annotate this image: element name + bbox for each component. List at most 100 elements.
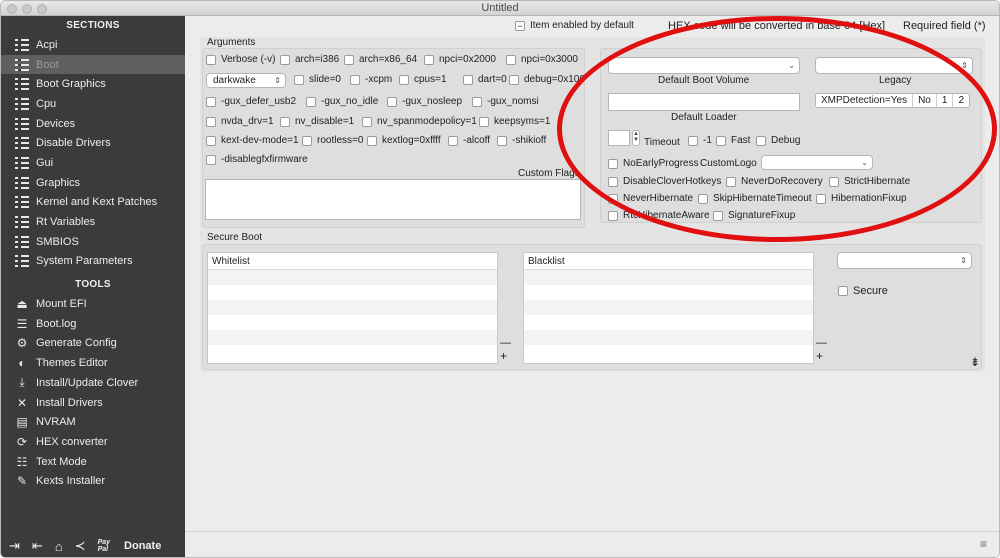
checkbox[interactable] [206, 96, 216, 107]
tool-item-boot-log[interactable]: ☰ Boot.log [1, 314, 185, 334]
opt-rtc-hibernate-aware[interactable]: RtcHibernateAware [608, 210, 710, 221]
sidebar-item-kernel-and-kext-patches[interactable]: Kernel and Kext Patches [1, 193, 185, 213]
default-boot-volume-select[interactable]: ⌄ [608, 57, 800, 74]
sidebar-item-boot[interactable]: Boot [1, 54, 185, 75]
checkbox[interactable] [698, 193, 708, 204]
donate-button[interactable]: Donate [124, 540, 161, 552]
opt-fast[interactable]: Fast [716, 135, 750, 146]
sidebar-item-devices[interactable]: Devices [1, 114, 185, 134]
opt-kext-dev[interactable]: kext-dev-mode=1 [206, 135, 299, 146]
timeout-stepper[interactable]: ▲ ▼ [632, 130, 640, 146]
checkbox[interactable] [838, 286, 848, 296]
opt-disable-clover-hotkeys[interactable]: DisableCloverHotkeys [608, 176, 721, 187]
checkbox[interactable] [688, 135, 698, 146]
opt-arch-x86[interactable]: arch=x86_64 [344, 54, 417, 65]
opt-slide[interactable]: slide=0 [294, 74, 341, 85]
sidebar-item-system-parameters[interactable]: System Parameters [1, 252, 185, 272]
opt-nv-spanmode[interactable]: nv_spanmodepolicy=1 [362, 116, 477, 127]
opt-kextlog[interactable]: kextlog=0xffff [367, 135, 441, 146]
opt-skip-hibernate-timeout[interactable]: SkipHibernateTimeout [698, 193, 812, 204]
opt-npci-2000[interactable]: npci=0x2000 [424, 54, 496, 65]
opt-minus-one[interactable]: -1 [688, 135, 712, 146]
checkbox[interactable] [344, 54, 354, 65]
zoom-window-button[interactable] [37, 4, 47, 14]
opt-never-do-recovery[interactable]: NeverDoRecovery [726, 176, 823, 187]
xmp-1-segment[interactable]: 1 [937, 94, 954, 107]
opt-shikioff[interactable]: -shikioff [497, 135, 546, 146]
checkbox[interactable] [387, 96, 397, 107]
tool-item-kexts-installer[interactable]: ✎ Kexts Installer [1, 471, 185, 491]
expand-icon[interactable]: ⇟ [970, 355, 980, 369]
checkbox[interactable] [816, 193, 826, 204]
opt-gux-noidle[interactable]: -gux_no_idle [306, 96, 378, 107]
close-window-button[interactable] [7, 4, 17, 14]
checkbox[interactable] [497, 135, 507, 146]
checkbox[interactable] [206, 154, 216, 165]
opt-disablegfx[interactable]: -disablegfxfirmware [206, 154, 308, 165]
legacy-select[interactable]: ⇕ [815, 57, 973, 74]
checkbox[interactable] [479, 116, 489, 127]
opt-signature-fixup[interactable]: SignatureFixup [713, 210, 795, 221]
opt-arch-i386[interactable]: arch=i386 [280, 54, 339, 65]
opt-rootless[interactable]: rootless=0 [302, 135, 363, 146]
checkbox[interactable] [829, 176, 839, 187]
opt-xcpm[interactable]: -xcpm [350, 74, 392, 85]
checkbox[interactable] [362, 116, 372, 127]
opt-secure[interactable]: Secure [838, 285, 888, 297]
checkbox[interactable] [472, 96, 482, 107]
sidebar-item-gui[interactable]: Gui [1, 153, 185, 173]
home-icon[interactable]: ⌂ [55, 539, 63, 554]
tool-item-install-drivers[interactable]: ✕ Install Drivers [1, 393, 185, 413]
opt-strict-hibernate[interactable]: StrictHibernate [829, 176, 910, 187]
checkbox[interactable] [608, 193, 618, 204]
import-icon[interactable]: ⇥ [9, 538, 20, 554]
sidebar-item-graphics[interactable]: Graphics [1, 173, 185, 193]
minimize-window-button[interactable] [22, 4, 32, 14]
opt-nv-disable[interactable]: nv_disable=1 [280, 116, 354, 127]
checkbox[interactable] [302, 135, 312, 146]
checkbox[interactable] [716, 135, 726, 146]
opt-debug-hex[interactable]: debug=0x100 [509, 74, 585, 85]
tool-item-nvram[interactable]: ▤ NVRAM [1, 412, 185, 432]
checkbox[interactable] [726, 176, 736, 187]
opt-cpus[interactable]: cpus=1 [399, 74, 447, 85]
opt-hibernation-fixup[interactable]: HibernationFixup [816, 193, 907, 204]
xmp-yes-segment[interactable]: XMPDetection=Yes [816, 94, 914, 107]
export-icon[interactable]: ⇤ [32, 538, 43, 554]
opt-gux-nomsi[interactable]: -gux_nomsi [472, 96, 539, 107]
checkbox[interactable] [424, 54, 434, 65]
checkbox[interactable] [463, 74, 473, 85]
checkbox[interactable] [713, 210, 723, 221]
opt-dart[interactable]: dart=0 [463, 74, 507, 85]
tool-item-generate-config[interactable]: ⚙ Generate Config [1, 334, 185, 354]
opt-keepsyms[interactable]: keepsyms=1 [479, 116, 550, 127]
checkbox[interactable] [756, 135, 766, 146]
blacklist-remove-icon[interactable]: — [816, 337, 827, 349]
opt-never-hibernate[interactable]: NeverHibernate [608, 193, 693, 204]
checkbox[interactable] [506, 54, 516, 65]
checkbox[interactable] [399, 74, 409, 85]
secure-boot-policy-select[interactable]: ⇕ [837, 252, 972, 269]
whitelist-add-icon[interactable]: + [500, 349, 507, 363]
checkbox[interactable] [350, 74, 360, 85]
checkbox[interactable] [206, 135, 216, 146]
sidebar-item-disable-drivers[interactable]: Disable Drivers [1, 133, 185, 153]
whitelist-remove-icon[interactable]: — [500, 337, 511, 349]
sidebar-item-cpu[interactable]: Cpu [1, 94, 185, 114]
opt-gux-defer[interactable]: -gux_defer_usb2 [206, 96, 296, 107]
tool-item-themes-editor[interactable]: ◐ Themes Editor [1, 353, 185, 373]
opt-gux-nosleep[interactable]: -gux_nosleep [387, 96, 462, 107]
tool-item-hex-converter[interactable]: ⟳ HEX converter [1, 432, 185, 452]
sidebar-item-rt-variables[interactable]: Rt Variables [1, 212, 185, 232]
checkbox[interactable] [608, 158, 618, 169]
checkbox[interactable] [306, 96, 316, 107]
checkbox[interactable] [280, 54, 290, 65]
whitelist-table[interactable]: Whitelist [207, 252, 498, 364]
blacklist-table[interactable]: Blacklist [523, 252, 814, 364]
opt-verbose[interactable]: Verbose (-v) [206, 54, 275, 65]
blacklist-add-icon[interactable]: + [816, 349, 823, 363]
default-loader-field[interactable] [608, 93, 800, 111]
sidebar-item-boot-graphics[interactable]: Boot Graphics [1, 74, 185, 94]
checkbox[interactable] [206, 116, 216, 127]
tool-item-text-mode[interactable]: ☷ Text Mode [1, 452, 185, 472]
